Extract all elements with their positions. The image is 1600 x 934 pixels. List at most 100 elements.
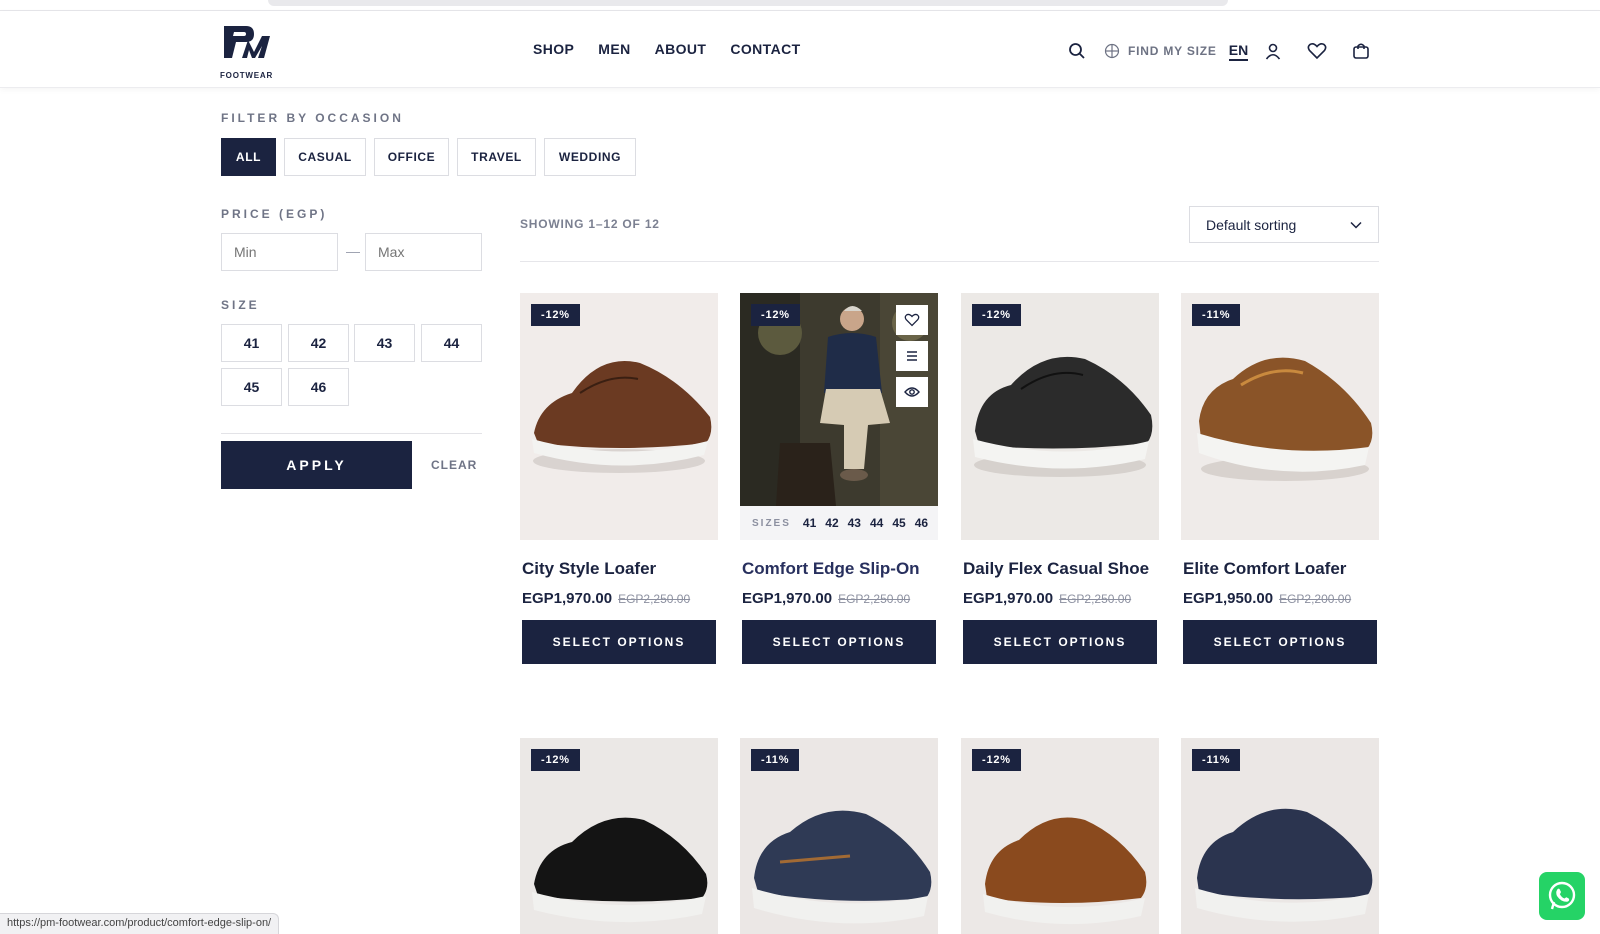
brand-logo[interactable]: FOOTWEAR: [220, 22, 276, 82]
filter-divider: [221, 433, 482, 434]
occasion-travel[interactable]: TRAVEL: [457, 138, 536, 176]
sorting-select[interactable]: Default sorting: [1189, 206, 1379, 243]
original-price: EGP2,200.00: [1279, 592, 1352, 606]
product-image[interactable]: -12% SIZES 41 42 43 44 45 46: [740, 293, 938, 540]
product-card[interactable]: -12% SIZES 41 42 43 44 45 46 Comfort Edg…: [740, 293, 938, 664]
user-icon[interactable]: [1262, 40, 1284, 62]
size-option-42[interactable]: 42: [288, 324, 349, 362]
select-options-button[interactable]: SELECT OPTIONS: [522, 620, 716, 664]
size-option-44[interactable]: 44: [421, 324, 482, 362]
find-my-size-link[interactable]: FIND MY SIZE: [1104, 43, 1217, 59]
product-image[interactable]: -12%: [961, 293, 1159, 540]
sizes-label: SIZES: [752, 517, 791, 529]
size-option-43[interactable]: 43: [354, 324, 415, 362]
address-bar: [268, 0, 1228, 6]
compare-button[interactable]: [896, 341, 928, 371]
search-icon[interactable]: [1066, 40, 1088, 62]
results-count: SHOWING 1–12 OF 12: [520, 217, 660, 231]
discount-badge: -12%: [972, 304, 1021, 326]
product-price: EGP1,970.00 EGP2,250.00: [963, 590, 1159, 607]
product-image[interactable]: -11%: [1181, 293, 1379, 540]
discount-badge: -12%: [972, 749, 1021, 771]
heart-icon: [904, 313, 920, 327]
product-card[interactable]: -11% Elite Comfort Loafer EGP1,950.00 EG…: [1181, 293, 1379, 664]
select-options-button[interactable]: SELECT OPTIONS: [742, 620, 936, 664]
quick-actions: [896, 305, 928, 413]
product-image[interactable]: -12%: [520, 738, 718, 934]
discount-badge: -12%: [531, 749, 580, 771]
main-nav: SHOP MEN ABOUT CONTACT: [533, 41, 825, 57]
results-divider: [520, 261, 1379, 262]
price-min-input[interactable]: [221, 233, 338, 271]
product-card[interactable]: -11%: [1181, 738, 1379, 934]
size-option-46[interactable]: 46: [288, 368, 349, 406]
chevron-down-icon: [1350, 221, 1362, 229]
product-image[interactable]: -11%: [740, 738, 938, 934]
size-chip[interactable]: 42: [825, 516, 838, 530]
site-header: FOOTWEAR SHOP MEN ABOUT CONTACT FIND MY …: [0, 11, 1600, 88]
current-price: EGP1,970.00: [963, 590, 1054, 607]
product-image[interactable]: -12%: [520, 293, 718, 540]
header-actions: FIND MY SIZE EN: [1066, 38, 1372, 64]
product-card[interactable]: -12% Daily Flex Casual Shoe EGP1,970.00 …: [961, 293, 1159, 664]
apply-filters-button[interactable]: APPLY: [221, 441, 412, 489]
original-price: EGP2,250.00: [618, 592, 691, 606]
nav-contact[interactable]: CONTACT: [730, 41, 800, 57]
current-price: EGP1,970.00: [742, 590, 833, 607]
current-price: EGP1,970.00: [522, 590, 613, 607]
language-switch[interactable]: EN: [1228, 42, 1249, 61]
occasion-wedding[interactable]: WEDDING: [544, 138, 636, 176]
find-my-size-label: FIND MY SIZE: [1128, 44, 1217, 58]
size-chip[interactable]: 41: [803, 516, 816, 530]
occasion-office[interactable]: OFFICE: [374, 138, 449, 176]
occasion-filter-label: FILTER BY OCCASION: [221, 111, 404, 125]
browser-top-strip: [0, 0, 1600, 11]
size-filter-label: SIZE: [221, 298, 260, 312]
nav-about[interactable]: ABOUT: [655, 41, 707, 57]
product-name[interactable]: Daily Flex Casual Shoe: [963, 559, 1159, 579]
list-icon: [907, 351, 917, 361]
eye-icon: [904, 387, 920, 397]
sorting-value: Default sorting: [1206, 216, 1297, 233]
discount-badge: -11%: [1192, 749, 1241, 771]
discount-badge: -12%: [751, 304, 800, 326]
shoe-image: [961, 293, 1159, 540]
nav-men[interactable]: MEN: [598, 41, 630, 57]
product-card[interactable]: -12%: [961, 738, 1159, 934]
size-chip[interactable]: 46: [915, 516, 928, 530]
product-card[interactable]: -12%: [520, 738, 718, 934]
size-chip[interactable]: 45: [892, 516, 905, 530]
product-price: EGP1,970.00 EGP2,250.00: [742, 590, 938, 607]
logo-mark: [224, 26, 270, 58]
whatsapp-icon: [1548, 881, 1576, 910]
product-card[interactable]: -11%: [740, 738, 938, 934]
product-price: EGP1,970.00 EGP2,250.00: [522, 590, 718, 607]
product-name[interactable]: City Style Loafer: [522, 559, 718, 579]
size-chip[interactable]: 43: [848, 516, 861, 530]
product-name[interactable]: Elite Comfort Loafer: [1183, 559, 1379, 579]
product-image[interactable]: -11%: [1181, 738, 1379, 934]
product-name[interactable]: Comfort Edge Slip-On: [742, 559, 938, 579]
wishlist-button[interactable]: [896, 305, 928, 335]
select-options-button[interactable]: SELECT OPTIONS: [963, 620, 1157, 664]
price-separator: —: [346, 243, 360, 259]
product-image[interactable]: -12%: [961, 738, 1159, 934]
occasion-filter: ALL CASUAL OFFICE TRAVEL WEDDING: [221, 138, 644, 176]
product-card[interactable]: -12% City Style Loafer EGP1,970.00 EGP2,…: [520, 293, 718, 664]
available-sizes: SIZES 41 42 43 44 45 46: [740, 506, 938, 540]
nav-shop[interactable]: SHOP: [533, 41, 574, 57]
heart-icon[interactable]: [1306, 40, 1328, 62]
clear-filters-button[interactable]: CLEAR: [431, 458, 477, 472]
cart-icon[interactable]: [1350, 40, 1372, 62]
whatsapp-chat-button[interactable]: [1539, 872, 1585, 920]
price-max-input[interactable]: [365, 233, 482, 271]
size-option-41[interactable]: 41: [221, 324, 282, 362]
size-chip[interactable]: 44: [870, 516, 883, 530]
brand-wordmark: FOOTWEAR: [220, 71, 274, 80]
quick-view-button[interactable]: [896, 377, 928, 407]
select-options-button[interactable]: SELECT OPTIONS: [1183, 620, 1377, 664]
link-status-bar: https://pm-footwear.com/product/comfort-…: [0, 913, 280, 934]
size-option-45[interactable]: 45: [221, 368, 282, 406]
occasion-all[interactable]: ALL: [221, 138, 276, 176]
occasion-casual[interactable]: CASUAL: [284, 138, 366, 176]
